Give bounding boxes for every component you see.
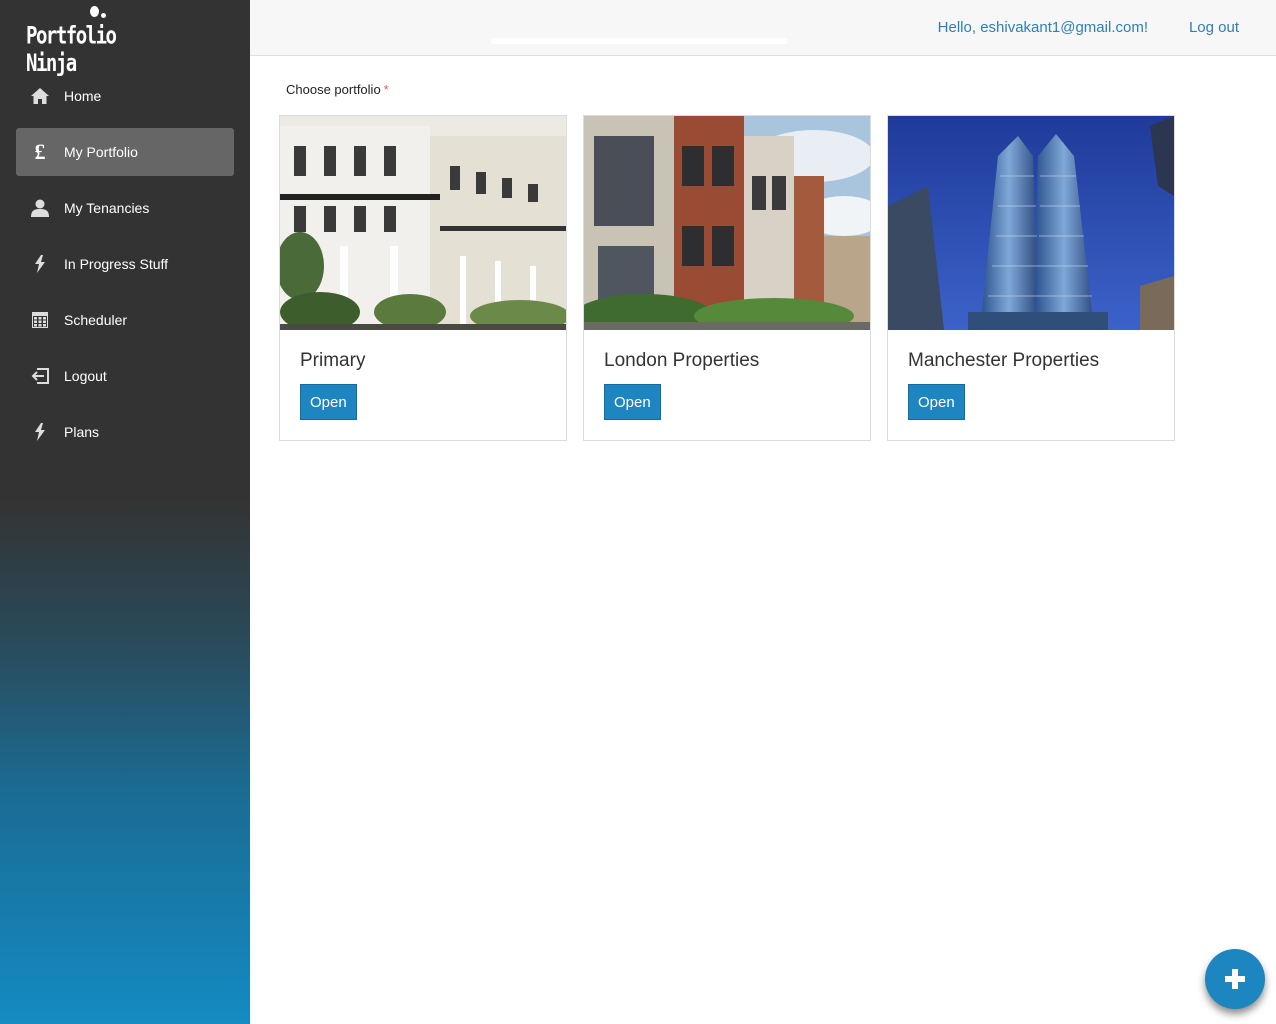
required-marker: * (383, 82, 389, 97)
lightning-icon (16, 423, 64, 441)
portfolio-card-title: London Properties (604, 350, 760, 371)
log-out-link[interactable]: Log out (1189, 19, 1239, 36)
lightning-icon (16, 255, 64, 273)
brick-townhouses-photo (584, 116, 870, 330)
open-portfolio-button[interactable]: Open (908, 384, 965, 420)
choose-portfolio-label: Choose portfolio * (286, 82, 389, 97)
portfolio-card-list: Primary Open London Properties Open Manc… (279, 115, 1175, 441)
user-greeting-link[interactable]: Hello, eshivakant1@gmail.com! (938, 19, 1148, 36)
sidebar-item-label: In Progress Stuff (64, 256, 169, 272)
white-terraced-townhouses-photo (280, 116, 566, 330)
sidebar: Portfolio Ninja Home £ My Portfolio My T… (0, 0, 250, 1024)
sidebar-item-label: My Portfolio (64, 144, 138, 160)
logo-wordmark: Portfolio Ninja (26, 22, 117, 77)
portfolio-card-manchester-properties: Manchester Properties Open (887, 115, 1175, 441)
portfolio-card-title: Manchester Properties (908, 350, 1100, 371)
logo-splash-icon (90, 6, 99, 17)
sidebar-item-label: Scheduler (64, 312, 128, 328)
sidebar-item-scheduler[interactable]: Scheduler (16, 296, 234, 344)
portfolio-ninja-logo[interactable]: Portfolio Ninja (26, 6, 146, 77)
sidebar-item-label: Logout (64, 368, 107, 384)
choose-portfolio-text: Choose portfolio (286, 82, 381, 97)
sidebar-item-home[interactable]: Home (16, 72, 234, 120)
sidebar-item-label: Home (64, 88, 102, 104)
loading-progress-bar (491, 38, 788, 44)
sidebar-item-logout[interactable]: Logout (16, 352, 234, 400)
main-content: Choose portfolio * Primary Open London P… (250, 56, 1276, 1024)
logout-icon (16, 368, 64, 384)
portfolio-card-title: Primary (300, 350, 366, 371)
sidebar-item-my-tenancies[interactable]: My Tenancies (16, 184, 234, 232)
sidebar-item-my-portfolio[interactable]: £ My Portfolio (16, 128, 234, 176)
add-portfolio-button[interactable] (1205, 949, 1265, 1009)
logo-splash-dot-icon (101, 13, 106, 18)
open-portfolio-button[interactable]: Open (300, 384, 357, 420)
portfolio-card-primary: Primary Open (279, 115, 567, 441)
sidebar-item-in-progress-stuff[interactable]: In Progress Stuff (16, 240, 234, 288)
sidebar-item-label: My Tenancies (64, 200, 150, 216)
sidebar-item-plans[interactable]: Plans (16, 408, 234, 456)
calendar-icon (16, 312, 64, 328)
pound-icon: £ (34, 139, 46, 164)
user-icon (16, 199, 64, 217)
top-header: Hello, eshivakant1@gmail.com! Log out (250, 0, 1276, 56)
sidebar-nav: Home £ My Portfolio My Tenancies In Prog… (16, 72, 234, 464)
portfolio-card-london-properties: London Properties Open (583, 115, 871, 441)
home-icon (16, 88, 64, 104)
sidebar-item-label: Plans (64, 424, 100, 440)
glass-skyscrapers-photo (888, 116, 1174, 330)
plus-icon (1225, 969, 1245, 989)
open-portfolio-button[interactable]: Open (604, 384, 661, 420)
